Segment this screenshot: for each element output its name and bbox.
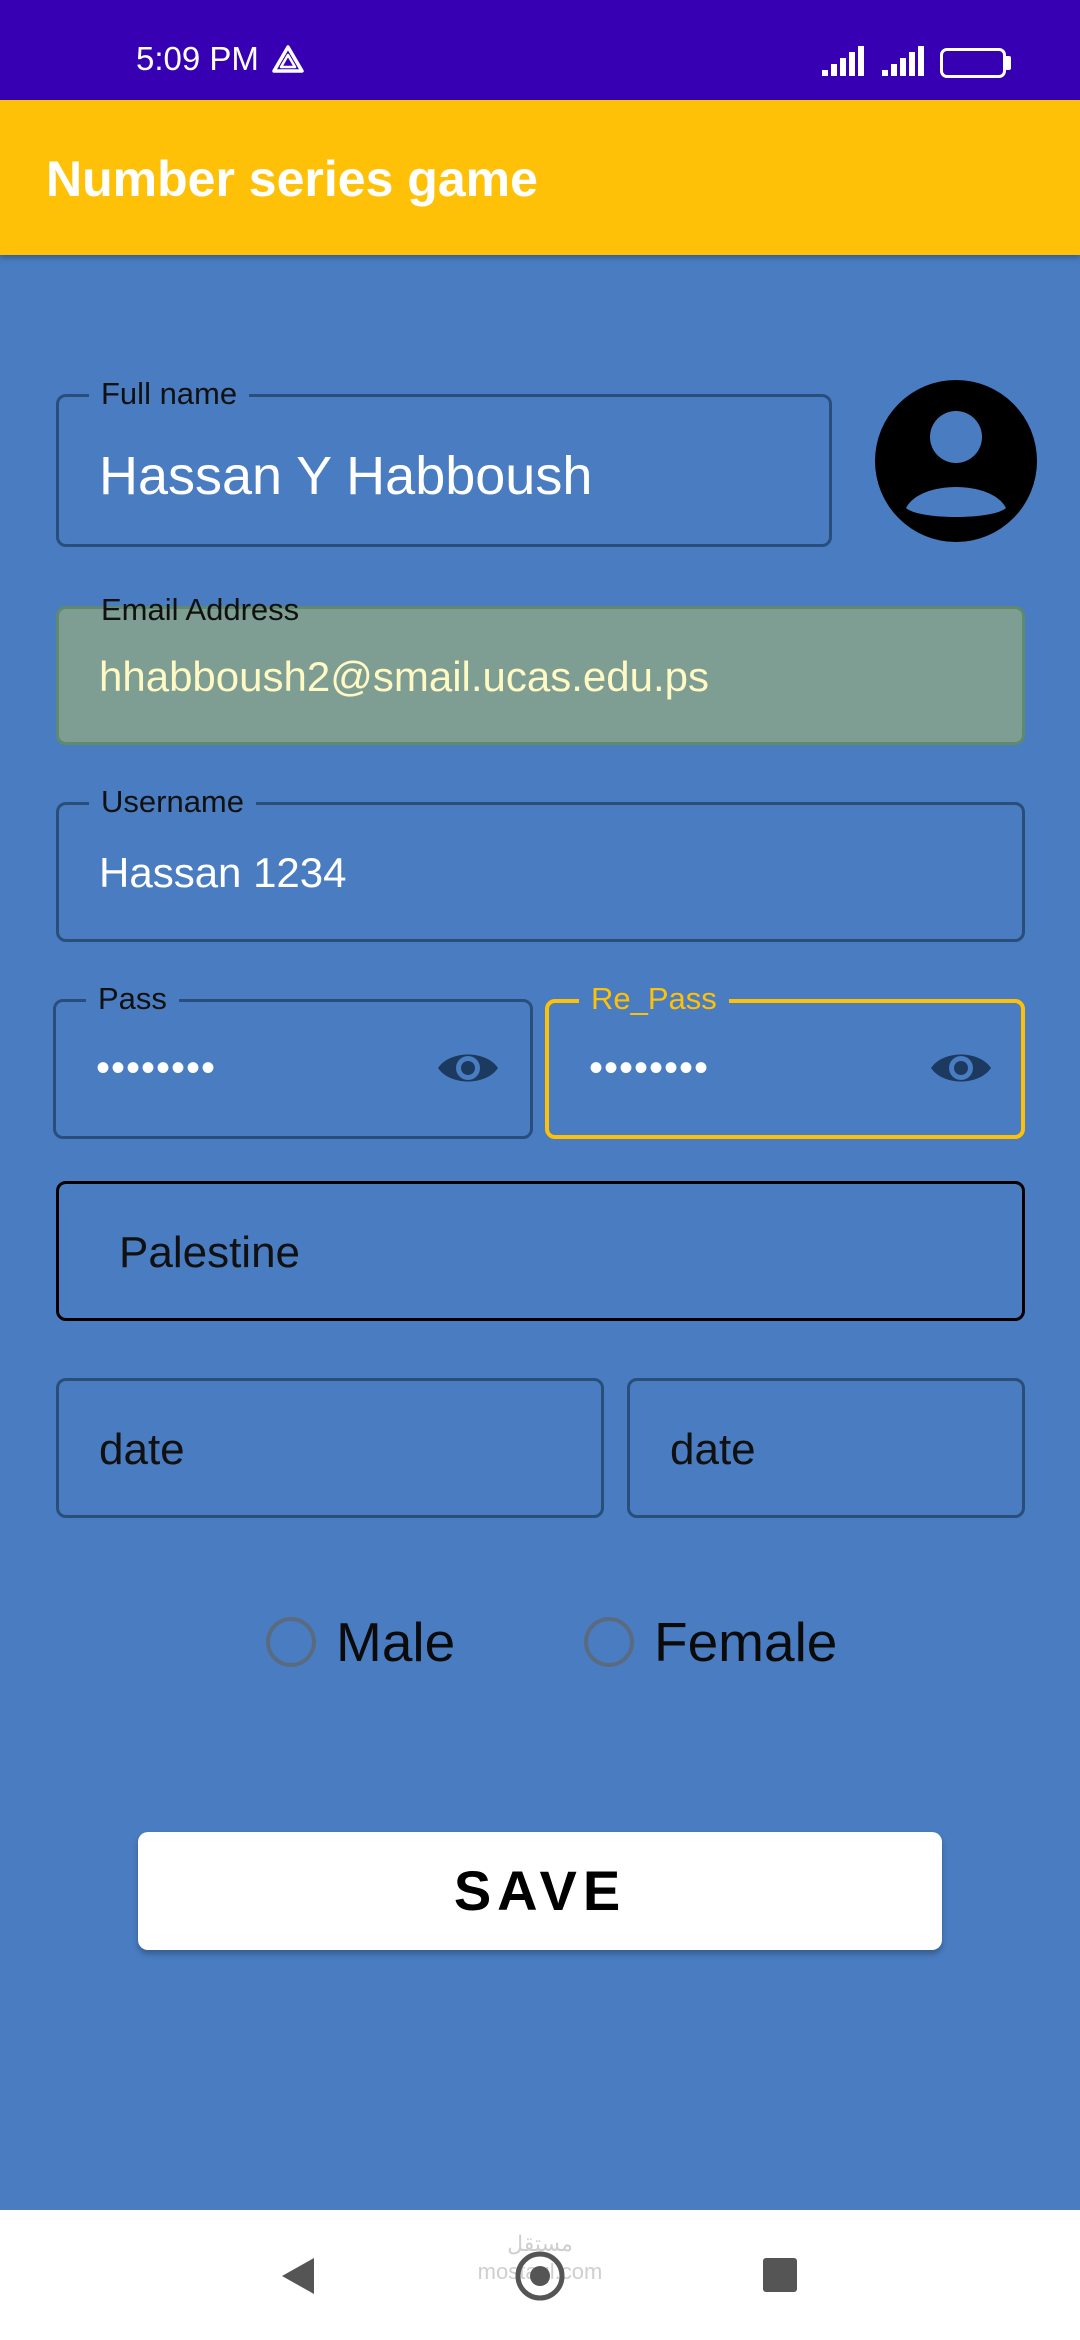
full-name-field[interactable]: Full name Hassan Y Habboush (56, 377, 832, 547)
date-placeholder-2: date (670, 1425, 756, 1474)
drive-icon (272, 45, 304, 73)
username-label: Username (89, 785, 256, 819)
save-button[interactable]: SAVE (138, 1832, 942, 1950)
visibility-icon[interactable] (929, 1048, 993, 1088)
male-label[interactable]: Male (336, 1610, 455, 1674)
country-field[interactable]: Palestine (56, 1181, 1025, 1321)
date-field-2[interactable]: date (627, 1378, 1025, 1518)
country-value: Palestine (119, 1228, 301, 1277)
signal-icon (882, 46, 924, 76)
username-field[interactable]: Username Hassan 1234 (56, 785, 1025, 942)
password-value: •••••••• (96, 1046, 217, 1090)
visibility-icon[interactable] (436, 1048, 500, 1088)
email-label: Email Address (101, 592, 300, 627)
signal-icon (822, 46, 864, 76)
app-title: Number series game (46, 151, 538, 207)
female-radio[interactable] (584, 1617, 634, 1667)
back-icon[interactable] (280, 2256, 316, 2296)
email-field[interactable]: Email Address hhabboush2@smail.ucas.edu.… (56, 593, 1025, 745)
battery-icon: 22 (940, 48, 1006, 78)
confirm-password-field[interactable]: Re_Pass •••••••• (545, 982, 1025, 1139)
full-name-label: Full name (89, 377, 250, 411)
male-radio[interactable] (266, 1617, 316, 1667)
full-name-value: Hassan Y Habboush (99, 446, 593, 506)
female-label[interactable]: Female (654, 1610, 837, 1674)
confirm-password-value: •••••••• (589, 1046, 710, 1090)
date-placeholder-1: date (99, 1425, 185, 1474)
username-value: Hassan 1234 (99, 849, 347, 896)
battery-level: 22 (961, 52, 985, 74)
date-field-1[interactable]: date (56, 1378, 604, 1518)
status-time: 5:09 PM (136, 40, 259, 77)
confirm-password-label: Re_Pass (579, 982, 729, 1016)
email-value: hhabboush2@smail.ucas.edu.ps (99, 653, 710, 700)
home-icon[interactable] (514, 2250, 566, 2302)
battery-tip (1006, 56, 1011, 70)
password-field[interactable]: Pass •••••••• (53, 982, 533, 1139)
recents-icon[interactable] (762, 2257, 798, 2293)
password-label: Pass (86, 982, 179, 1016)
account-circle-icon[interactable] (875, 380, 1037, 542)
